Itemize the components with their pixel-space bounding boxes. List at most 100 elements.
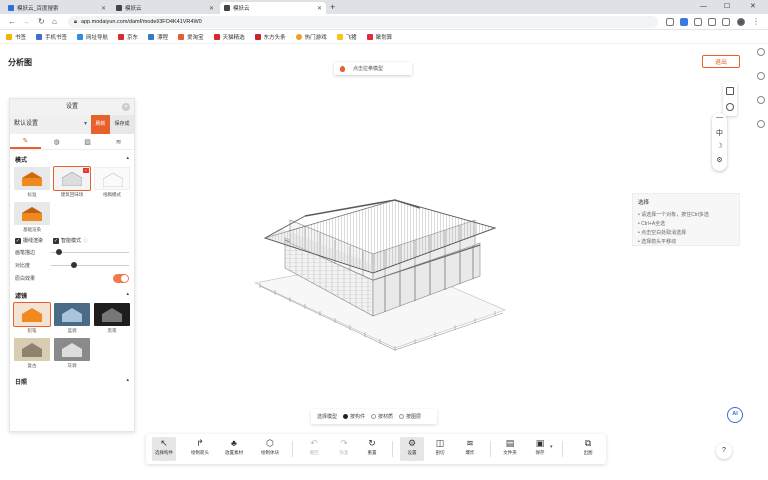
favorites-icon[interactable] <box>756 72 765 80</box>
browser-tab-3[interactable]: 模妖云 ✕ <box>220 2 326 14</box>
edge-render-checkbox[interactable]: ✓ 摄线渲染 <box>15 237 43 244</box>
refresh-button[interactable]: 刷新 <box>91 115 110 134</box>
bookmark-item[interactable]: 天猫精选 <box>213 33 245 41</box>
fit-view-icon[interactable] <box>726 87 734 95</box>
filter-retro[interactable]: 复古 <box>14 338 50 369</box>
slider-handle[interactable] <box>71 262 78 269</box>
smart-mode-checkbox[interactable]: ✓ 智能模式 ⓘ <box>53 237 88 244</box>
gear-icon[interactable]: ⚙ <box>712 156 727 164</box>
minus-icon[interactable]: — <box>712 114 727 121</box>
brush-slider[interactable] <box>51 249 129 256</box>
tool-label: 绘制体块 <box>261 450 279 455</box>
preset-select[interactable]: 默认设置 <box>10 115 91 134</box>
filter-gray[interactable]: 灰调 <box>54 338 90 369</box>
radio-by-component[interactable]: 按构件 <box>343 413 365 420</box>
mode-standard[interactable]: 标准 <box>14 167 50 198</box>
close-icon[interactable]: ✕ <box>101 5 106 12</box>
radio-by-layer[interactable]: 按图层 <box>399 413 421 420</box>
building-model[interactable] <box>245 198 515 358</box>
home-icon[interactable]: ⌂ <box>52 16 57 28</box>
browser-tab-1[interactable]: 模妖云_百度搜索 ✕ <box>4 2 110 14</box>
forward-icon[interactable]: → <box>22 16 30 28</box>
bookmark-item[interactable]: 聚划算 <box>366 33 393 41</box>
bookmark-item[interactable]: 手机书签 <box>36 33 67 41</box>
search-icon[interactable] <box>756 48 765 56</box>
mode-basic-render[interactable]: 基础渲染 <box>14 202 50 233</box>
reset-button[interactable]: ↻ 重置 <box>360 437 384 461</box>
site-icon <box>178 33 185 40</box>
extension-icon[interactable] <box>694 18 702 26</box>
tab-palette[interactable]: ◍ <box>41 134 72 149</box>
download-icon[interactable] <box>722 18 730 26</box>
tool-label: 撤回 <box>309 450 319 455</box>
bookmark-item[interactable]: 京东 <box>118 33 138 41</box>
hint-bubble: 点击拉拳模型 <box>334 62 412 75</box>
explode-button[interactable]: ≋ 爆炸 <box>458 437 482 461</box>
draw-block-button[interactable]: ⬡ 绘制体块 <box>258 437 282 461</box>
exit-button[interactable]: 退出 <box>702 55 740 68</box>
bookmark-item[interactable]: 飞猪 <box>336 33 357 41</box>
moon-icon[interactable]: ☽ <box>712 142 727 150</box>
undo-button[interactable]: ↶ 撤回 <box>302 437 326 461</box>
bookmark-label: 聚划算 <box>375 34 393 41</box>
reload-icon[interactable]: ↻ <box>38 16 45 28</box>
back-icon[interactable]: ← <box>8 16 16 28</box>
chevron-down-icon[interactable]: ▾ <box>550 444 553 450</box>
extension-icon[interactable] <box>680 18 688 26</box>
redo-button[interactable]: ↷ 恢复 <box>332 437 356 461</box>
collection-icon[interactable] <box>756 120 765 128</box>
tab-layers[interactable]: ≋ <box>103 134 134 149</box>
place-asset-button[interactable]: ♣ 放置素材 <box>222 437 246 461</box>
window-close-icon[interactable]: ✕ <box>750 0 756 14</box>
help-button[interactable]: ? <box>716 443 732 459</box>
draw-arrow-button[interactable]: ↱ 绘制箭头 <box>188 437 212 461</box>
close-icon[interactable]: ✕ <box>317 5 322 12</box>
close-icon[interactable]: ✕ <box>209 5 214 12</box>
minimize-icon[interactable]: — <box>700 0 707 14</box>
close-icon[interactable]: ✕ <box>122 103 130 111</box>
ai-assistant-button[interactable]: AI <box>727 407 743 423</box>
extension-icon[interactable] <box>666 18 674 26</box>
filter-blue[interactable]: 蓝调 <box>54 303 90 334</box>
maximize-icon[interactable]: ☐ <box>724 0 730 14</box>
save-as-button[interactable]: 保存成 <box>110 115 134 134</box>
mode-line[interactable]: 线稿模式 <box>94 167 130 198</box>
mode-label: 建筑回味场 <box>60 192 84 197</box>
white-effect-toggle[interactable] <box>113 274 129 283</box>
radio-by-material[interactable]: 按材质 <box>371 413 393 420</box>
new-tab-button[interactable]: + <box>330 2 335 12</box>
explode-icon: ≋ <box>466 438 474 448</box>
bookmark-item[interactable]: 热门游戏 <box>295 33 327 41</box>
history-icon[interactable] <box>756 96 765 104</box>
export-image-button[interactable]: ⧉ 出图 <box>576 437 600 461</box>
tab-image[interactable]: ▨ <box>72 134 103 149</box>
extension-icon[interactable] <box>708 18 716 26</box>
language-icon[interactable]: 中 <box>712 128 727 138</box>
settings-button[interactable]: ⚙ 设置 <box>400 437 424 461</box>
contrast-slider[interactable] <box>51 262 129 269</box>
avatar[interactable] <box>737 18 745 26</box>
select-component-button[interactable]: ↖ 选择构件 <box>152 437 176 461</box>
browser-tab-2[interactable]: 模妖云 ✕ <box>112 2 218 14</box>
url-field[interactable]: 🔒︎ app.modaiyun.com/damf/model/3FO4K41VR… <box>68 16 658 28</box>
bookmark-item[interactable]: 爱淘宝 <box>178 33 204 41</box>
bookmark-item[interactable]: 东方头条 <box>254 33 286 41</box>
filter-night[interactable]: 黑夜 <box>94 303 130 334</box>
mode-sketch[interactable]: ✓ 建筑回味场 <box>53 166 91 198</box>
tab-brush[interactable]: ✎ <box>10 134 41 149</box>
star-icon <box>6 33 12 40</box>
site-icon <box>77 33 84 40</box>
camera-icon[interactable] <box>726 103 734 111</box>
slider-handle[interactable] <box>55 249 62 256</box>
palette-icon: ◍ <box>53 138 60 146</box>
menu-icon[interactable]: ⋮ <box>752 16 760 28</box>
folder-button[interactable]: ▤ 文件夹 <box>498 437 522 461</box>
mode-thumbnail <box>14 202 50 225</box>
save-button[interactable]: ▣ 保存 <box>528 437 552 461</box>
bookmark-item[interactable]: 漂程 <box>148 33 168 41</box>
bookmark-item[interactable]: 网址导航 <box>77 33 108 41</box>
browser-side-panel <box>753 48 768 144</box>
section-button[interactable]: ◫ 剖切 <box>428 437 452 461</box>
bookmark-item[interactable]: 书签 <box>6 33 26 41</box>
filter-pencil[interactable]: 铅笔 <box>13 302 51 334</box>
